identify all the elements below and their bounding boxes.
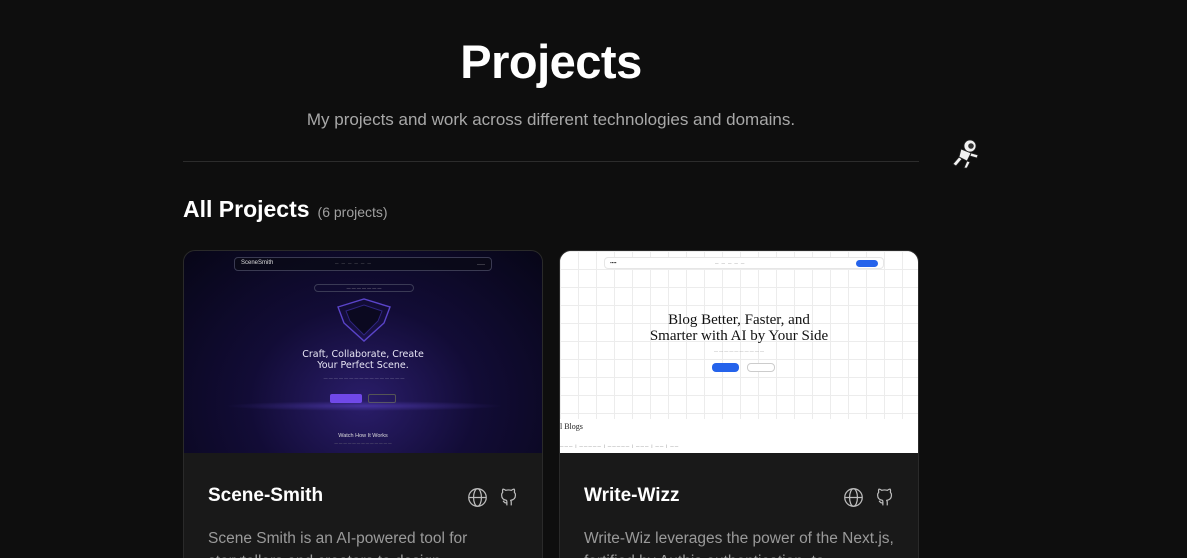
page-subtitle: My projects and work across different te… bbox=[306, 110, 796, 129]
project-card[interactable]: ▪▪▪▪ — — — — — Blog Better, Faster, and … bbox=[559, 250, 919, 558]
thumbnail-nav-links: — — — — — — bbox=[335, 261, 372, 265]
thumbnail-section-text: — — — — — — — — — — — — — bbox=[334, 441, 392, 445]
github-icon[interactable] bbox=[874, 486, 896, 508]
header-divider bbox=[183, 161, 919, 162]
project-card[interactable]: SceneSmith — — — — — — —— — — — — — — — … bbox=[183, 250, 543, 558]
thumbnail-paragraph: — — — — — — — — — — — — — — — — bbox=[323, 375, 405, 380]
globe-icon[interactable] bbox=[842, 486, 864, 508]
thumbnail-secondary-button bbox=[747, 363, 775, 372]
astronaut-mascot-icon bbox=[949, 137, 983, 169]
project-title: Scene-Smith bbox=[208, 485, 324, 506]
thumbnail-blogs-section: l Blogs ——— | ————— | ————— | ——— | —— |… bbox=[560, 419, 918, 453]
thumbnail-primary-button bbox=[712, 363, 739, 372]
page-header: Projects My projects and work across dif… bbox=[183, 34, 919, 130]
thumbnail-nav-cta: —— bbox=[477, 261, 485, 266]
thumbnail-logo: SceneSmith bbox=[241, 260, 274, 266]
thumbnail-announcement: — — — — — — — bbox=[314, 284, 414, 292]
project-title: Write-Wizz bbox=[584, 485, 680, 506]
project-count: (6 projects) bbox=[317, 204, 388, 220]
thumbnail-logo: ▪▪▪▪ bbox=[610, 260, 617, 265]
project-description: Scene Smith is an AI-powered tool for st… bbox=[208, 530, 468, 558]
github-icon[interactable] bbox=[498, 486, 520, 508]
thumbnail-headline-2: Smarter with AI by Your Side bbox=[649, 328, 829, 344]
thumbnail-headline-2: Your Perfect Scene. bbox=[317, 360, 409, 371]
thumbnail-section-title: Watch How It Works bbox=[338, 433, 388, 439]
thumbnail-subtext: — — — — — — — — — — bbox=[713, 348, 764, 353]
section-heading: All Projects bbox=[183, 196, 310, 222]
thumbnail-headline-1: Blog Better, Faster, and bbox=[668, 312, 810, 328]
thumbnail-glow bbox=[224, 401, 504, 411]
thumbnail-headline-1: Craft, Collaborate, Create bbox=[302, 349, 424, 360]
project-thumbnail[interactable]: SceneSmith — — — — — — —— — — — — — — — … bbox=[184, 251, 542, 453]
thumbnail-nav-button bbox=[856, 260, 878, 267]
project-description: Write-Wiz leverages the power of the Nex… bbox=[584, 530, 894, 558]
section-title: All Projects (6 projects) bbox=[183, 196, 388, 223]
thumbnail-nav-links: — — — — — bbox=[715, 260, 746, 265]
project-thumbnail[interactable]: ▪▪▪▪ — — — — — Blog Better, Faster, and … bbox=[560, 251, 918, 453]
project-links bbox=[842, 486, 896, 508]
thumbnail-navbar: SceneSmith — — — — — — —— bbox=[234, 257, 492, 271]
page-title: Projects bbox=[460, 35, 642, 88]
thumbnail-blog-tags: ——— | ————— | ————— | ——— | —— | —— bbox=[560, 444, 680, 448]
thumbnail-blogs-heading: l Blogs bbox=[560, 422, 583, 431]
project-links bbox=[466, 486, 520, 508]
scene-logo-graphic bbox=[337, 298, 391, 342]
thumbnail-navbar: ▪▪▪▪ — — — — — bbox=[604, 257, 884, 269]
globe-icon[interactable] bbox=[466, 486, 488, 508]
